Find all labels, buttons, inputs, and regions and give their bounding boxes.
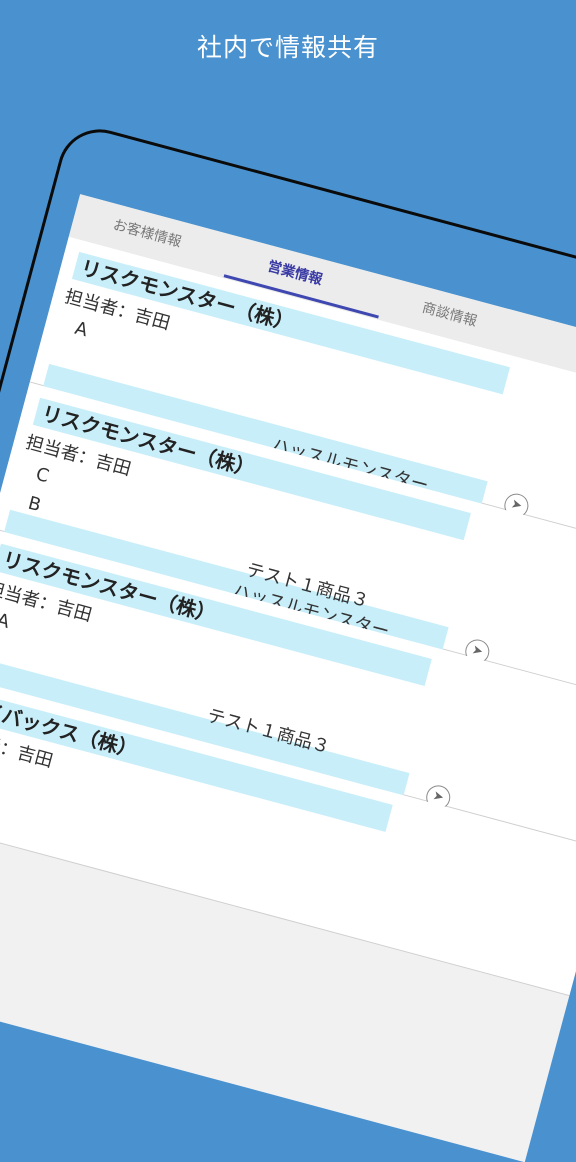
tab-deal-info[interactable]: 商談情報 <box>420 297 479 331</box>
rank-label: B <box>25 492 44 517</box>
rank-label: A <box>0 609 12 634</box>
headline: 社内で情報共有 <box>196 33 379 62</box>
tablet-frame: お客様情報 営業情報 商談情報 リスクモンスター（株） 担当者：吉田 A ハッス… <box>0 120 576 1162</box>
rank-label: A <box>72 317 90 342</box>
tab-customer-info[interactable]: お客様情報 <box>111 214 184 251</box>
rank-label: C <box>33 463 52 488</box>
company-list: リスクモンスター（株） 担当者：吉田 A ハッスルモンスター… ➤ リスクモンス… <box>0 236 576 997</box>
app-screen: お客様情報 営業情報 商談情報 リスクモンスター（株） 担当者：吉田 A ハッス… <box>0 194 576 1162</box>
tab-sales-info[interactable]: 営業情報 <box>266 256 325 290</box>
